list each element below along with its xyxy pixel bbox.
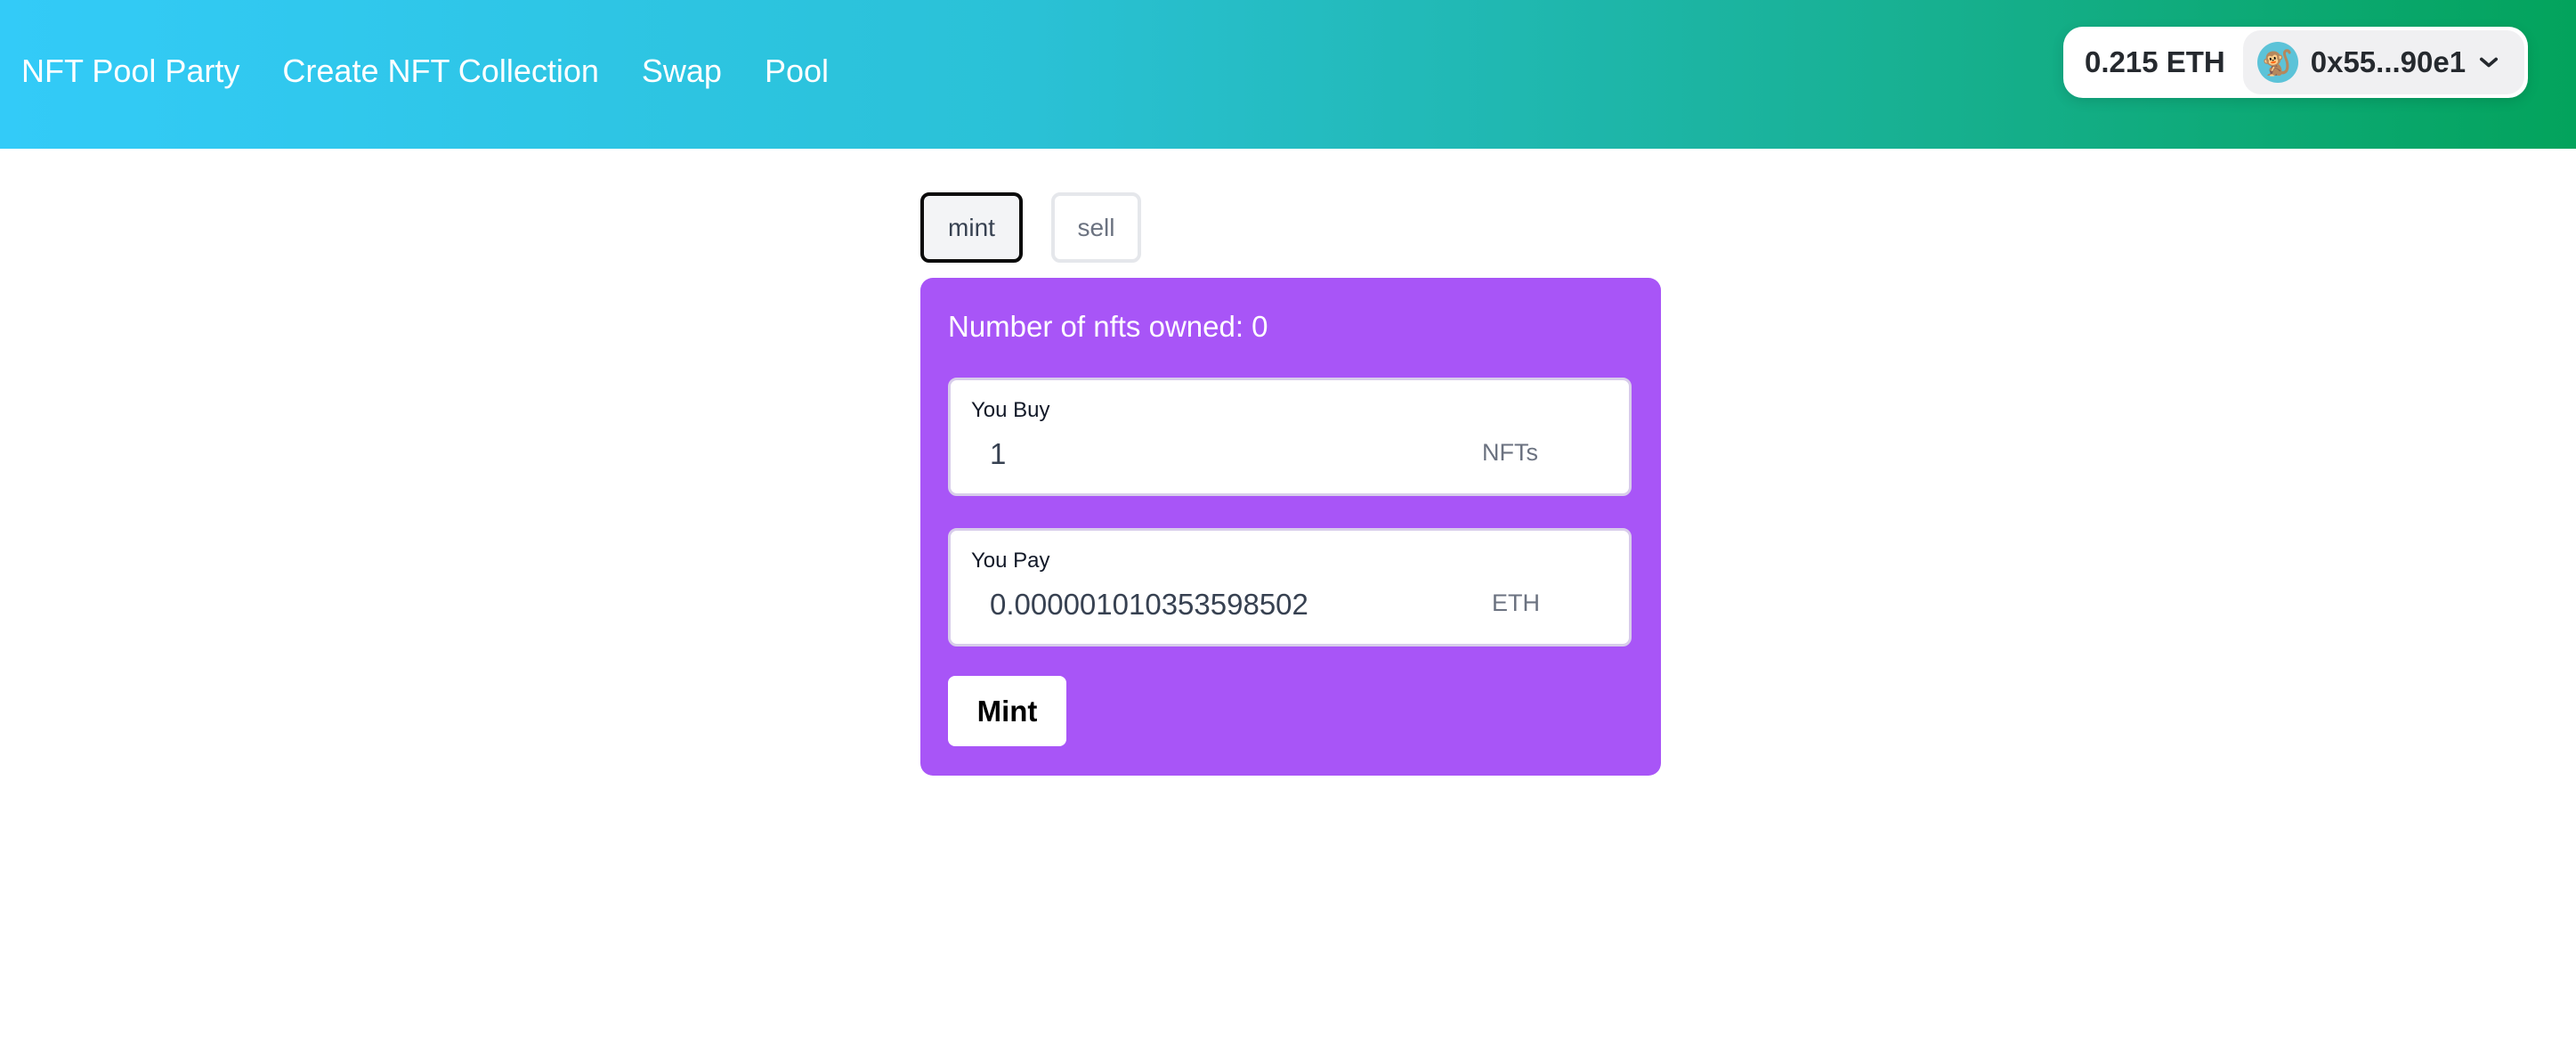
nav-link-pool[interactable]: Pool xyxy=(765,53,829,90)
nav-link-swap[interactable]: Swap xyxy=(642,53,722,90)
mint-card: Number of nfts owned: 0 You Buy NFTs You… xyxy=(920,278,1661,776)
pay-label: You Pay xyxy=(971,549,1050,573)
pay-field: You Pay ETH xyxy=(948,528,1632,646)
main-nav: NFT Pool Party Create NFT Collection Swa… xyxy=(21,0,871,142)
wallet-connect-widget: 0.215 ETH 🐒 0x55...90e1 xyxy=(2063,27,2528,98)
pay-amount-input[interactable] xyxy=(972,582,1453,627)
nav-link-create-nft-collection[interactable]: Create NFT Collection xyxy=(282,53,598,90)
wallet-address: 0x55...90e1 xyxy=(2310,45,2467,78)
buy-field: You Buy NFTs xyxy=(948,378,1632,496)
nav-link-home[interactable]: NFT Pool Party xyxy=(21,53,239,90)
buy-unit: NFTs xyxy=(1482,439,1538,466)
chevron-down-icon xyxy=(2480,57,2499,68)
nfts-owned-count: Number of nfts owned: 0 xyxy=(948,310,1268,343)
mint-button[interactable]: Mint xyxy=(948,676,1066,746)
account-button[interactable]: 🐒 0x55...90e1 xyxy=(2242,30,2524,94)
top-nav-bar: NFT Pool Party Create NFT Collection Swa… xyxy=(0,0,2576,149)
tab-sell[interactable]: sell xyxy=(1051,192,1141,263)
wallet-balance[interactable]: 0.215 ETH xyxy=(2085,45,2225,79)
buy-label: You Buy xyxy=(971,398,1050,422)
avatar: 🐒 xyxy=(2256,42,2298,83)
pay-unit: ETH xyxy=(1492,590,1540,616)
buy-amount-input[interactable] xyxy=(972,432,1453,476)
tab-mint[interactable]: mint xyxy=(920,192,1023,263)
monkey-icon: 🐒 xyxy=(2262,48,2294,77)
